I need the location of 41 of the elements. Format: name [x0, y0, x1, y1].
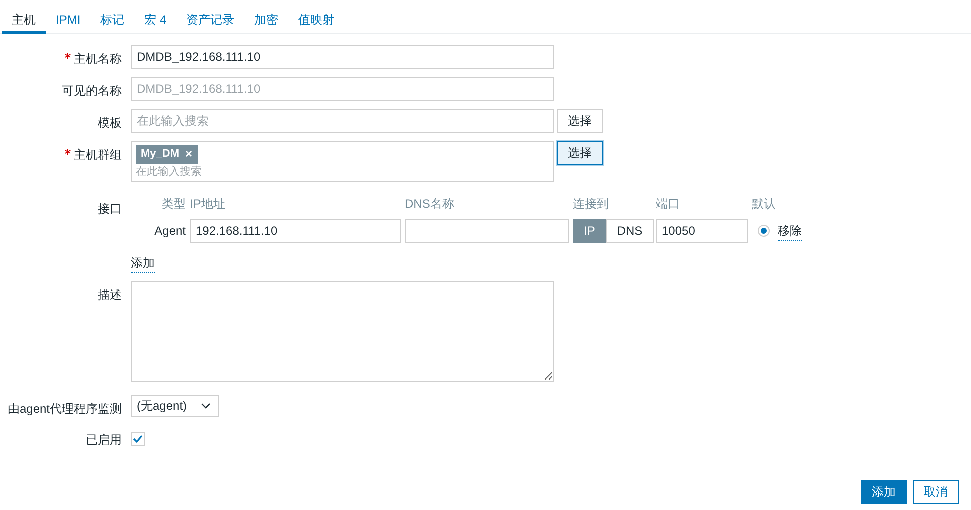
template-search-field[interactable]: 在此输入搜索: [131, 109, 554, 133]
enabled-checkbox[interactable]: [131, 432, 145, 446]
column-header: 连接到: [573, 196, 610, 213]
port-field[interactable]: 10050: [656, 219, 748, 243]
field-label: 可见的名称: [62, 83, 122, 100]
field-label: 主机群组: [74, 147, 122, 164]
cancel-button[interactable]: 取消: [913, 480, 959, 504]
default-radio[interactable]: [758, 225, 770, 237]
dns-name-field[interactable]: [405, 219, 569, 243]
add-link[interactable]: 添加: [131, 254, 155, 273]
column-header: DNS名称: [405, 196, 456, 213]
column-header: IP地址: [190, 196, 226, 213]
ip-address-field[interactable]: 192.168.111.10: [190, 219, 401, 243]
field-label: 由agent代理程序监测: [8, 401, 122, 418]
tab[interactable]: 加密: [244, 0, 289, 34]
field-label: 主机名称: [74, 51, 122, 68]
tab[interactable]: 主机: [2, 0, 46, 34]
column-header: 默认: [752, 196, 777, 213]
field-label: 描述: [98, 287, 122, 304]
remove-link[interactable]: 移除: [778, 222, 802, 240]
field-label: 已启用: [86, 432, 122, 449]
tab[interactable]: 资产记录: [176, 0, 245, 34]
column-header: 类型: [161, 196, 186, 213]
connect-toggle[interactable]: DNS: [606, 219, 654, 243]
select-button[interactable]: 选择: [557, 109, 603, 133]
visible-name-field[interactable]: DMDB_192.168.111.10: [131, 77, 554, 101]
field-label: 模板: [98, 115, 122, 132]
interface-type: Agent: [154, 223, 186, 240]
host-name-field[interactable]: DMDB_192.168.111.10: [131, 45, 554, 69]
select-button[interactable]: 选择: [557, 141, 603, 165]
column-header: 端口: [656, 196, 681, 213]
tab[interactable]: IPMI: [46, 0, 91, 34]
description-field[interactable]: [131, 281, 554, 382]
add-button[interactable]: 添加: [861, 480, 907, 504]
tab[interactable]: 标记: [90, 0, 135, 34]
tag-label: My_DM: [141, 147, 180, 162]
tab[interactable]: 值映射: [288, 0, 345, 34]
caret-icon: [201, 403, 211, 409]
tab[interactable]: 宏 4: [134, 0, 177, 34]
monitoring-select[interactable]: (无agent): [131, 395, 219, 417]
field-label: 接口: [98, 201, 122, 218]
